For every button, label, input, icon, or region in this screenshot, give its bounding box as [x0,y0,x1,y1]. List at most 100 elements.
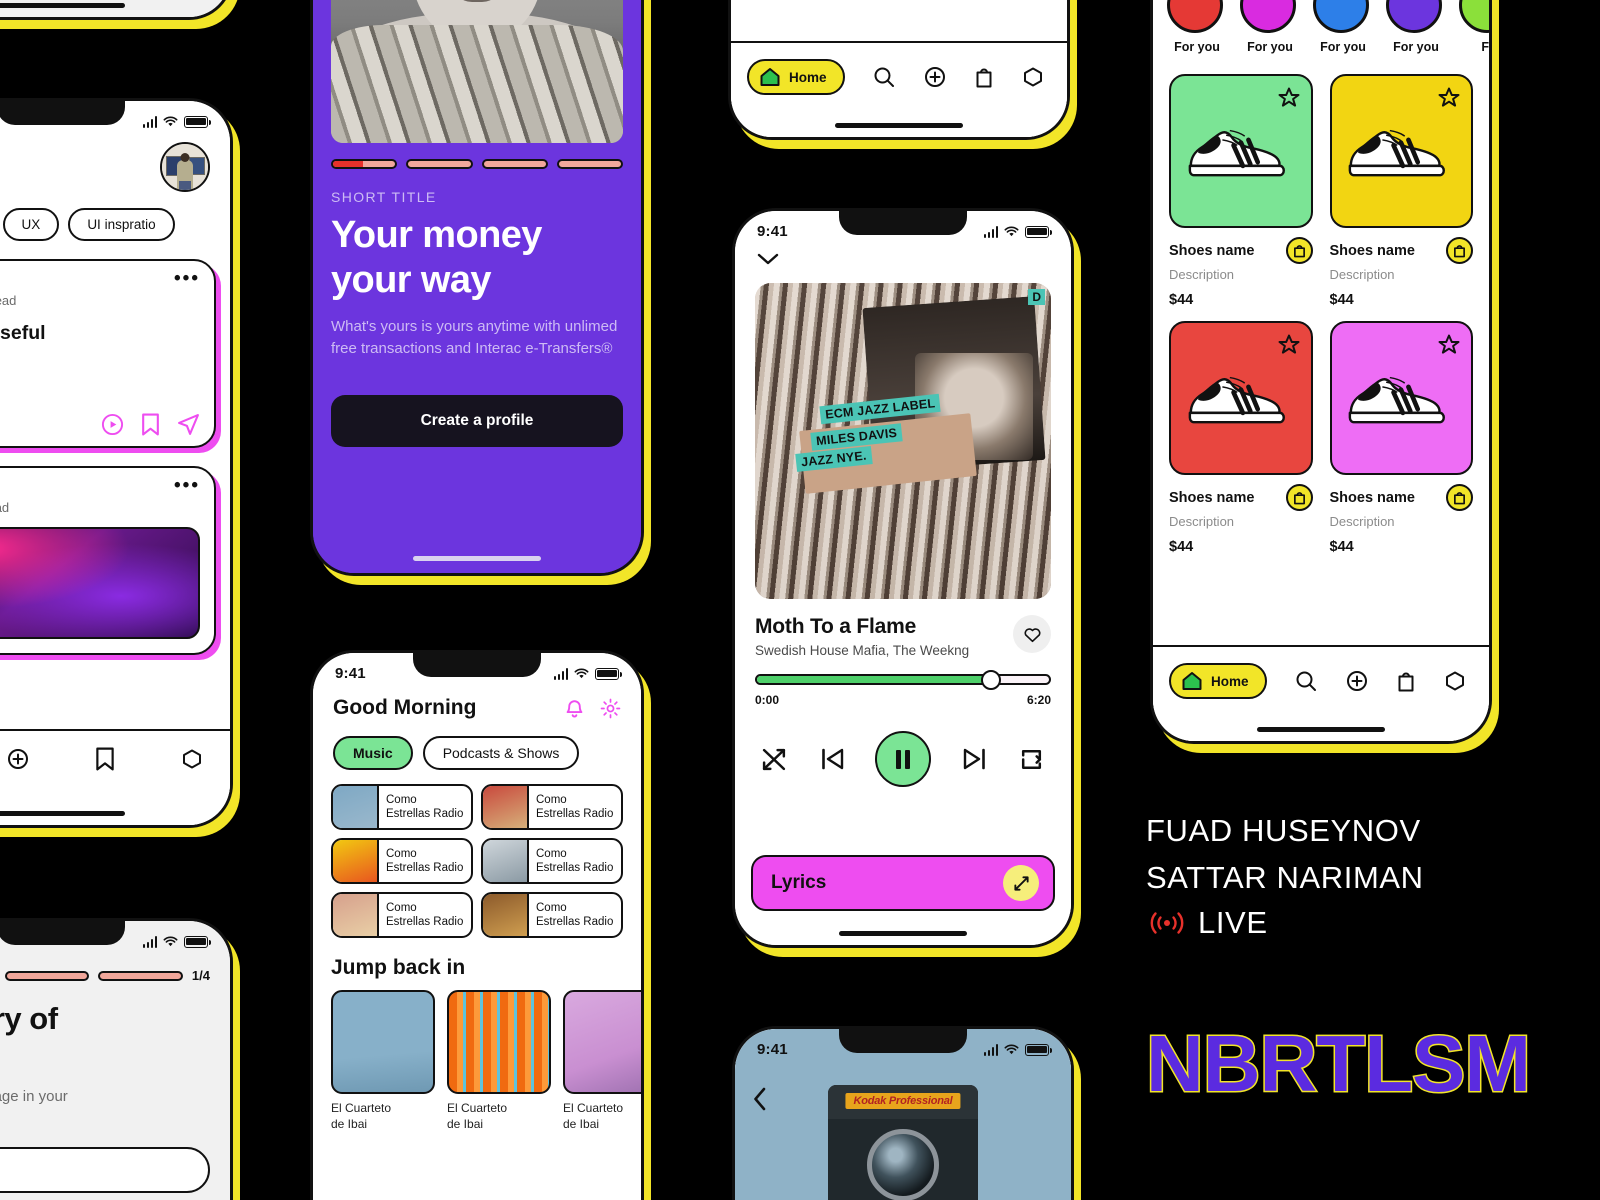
device-notch [413,653,541,677]
list-item[interactable]: El Cuarteto de Ibai [447,990,551,1132]
sneaker-illustration [1188,129,1285,177]
product-card[interactable]: Shoes name Description $44 [1169,74,1313,308]
list-item[interactable]: El Cuarteto de Ibai [563,990,641,1132]
search-icon[interactable] [872,65,896,89]
plus-circle-icon[interactable] [923,65,947,89]
bookmark-icon[interactable] [95,747,115,771]
plus-circle-icon[interactable] [1345,669,1369,693]
star-icon[interactable] [1437,86,1461,110]
phone-now-playing: 9:41 ECM JAZZ LABEL MILES DAVIS JAZZ NYE… [732,208,1074,948]
star-icon[interactable] [1277,86,1301,110]
list-item[interactable]: Como Estrellas Radio [331,892,473,938]
time-total: 6:20 [1026,693,1051,707]
product-card[interactable]: Shoes name Description $44 [1329,321,1473,555]
track-artist: Swedish House Mafia, The Weekng [755,643,970,658]
story-label: For you [1320,40,1366,54]
add-to-bag-button[interactable] [1285,484,1313,511]
like-button[interactable] [1013,615,1051,653]
bag-icon[interactable] [1396,669,1416,693]
back-button[interactable] [753,1087,767,1116]
story-item[interactable]: For you [1386,0,1446,54]
pause-button[interactable] [875,731,931,787]
shuffle-icon[interactable] [761,746,788,773]
article-card[interactable]: H.Aslan , 2022 · 9m read ••• tion of Use… [0,259,216,449]
progress-track[interactable] [755,669,1051,690]
bag-icon[interactable] [974,65,994,89]
previous-icon[interactable] [818,746,846,772]
story-item[interactable]: For you [1313,0,1373,54]
story-item[interactable]: Fo [1459,0,1489,54]
lyrics-label: Lyrics [771,872,827,893]
add-to-bag-button[interactable] [1446,237,1473,264]
signal-icon [142,935,157,948]
story-item[interactable]: For you [1240,0,1300,54]
product-price: $44 [1169,539,1194,555]
article-meta: , 2022 · 9m read [0,293,17,308]
broadcast-icon [1150,912,1184,934]
hexagon-icon[interactable] [1021,65,1045,89]
bell-icon[interactable] [565,698,584,719]
hexagon-icon[interactable] [1443,669,1467,693]
plus-circle-icon[interactable] [6,747,30,771]
list-item[interactable]: Como Estrellas Radio [481,892,623,938]
more-options-icon[interactable]: ••• [174,269,200,288]
product-grid: Shoes name Description $44 Shoes name De… [1153,54,1489,555]
signal-icon [142,115,157,128]
product-card[interactable]: Shoes name Description $44 [1329,74,1473,308]
story-item[interactable]: For you [1167,0,1227,54]
more-options-icon[interactable]: ••• [174,476,200,495]
chip-ux[interactable]: UX [2,208,60,241]
play-circle-icon[interactable] [101,413,124,436]
expand-lyrics-button[interactable] [1003,865,1039,901]
list-item[interactable]: Como Estrellas Radio [481,838,623,884]
wifi-icon [163,115,178,126]
list-item[interactable]: Como Estrellas Radio [331,838,473,884]
list-item[interactable]: El Cuarteto de Ibai [331,990,435,1132]
repeat-icon[interactable] [1018,746,1045,773]
language-input[interactable] [0,1147,210,1194]
product-card[interactable]: Shoes name Description $44 [1169,321,1313,555]
stories-row: For you For you For you For you Fo [1153,0,1489,54]
lyrics-panel[interactable]: Lyrics [751,855,1055,911]
add-to-bag-button[interactable] [1285,237,1313,264]
collapse-player-button[interactable] [735,244,1071,271]
chevron-left-icon [754,1087,766,1111]
brand-line-2: SATTAR NARIMAN [1146,859,1424,895]
playback-scrubber[interactable]: 0:00 6:20 [755,669,1051,707]
page-title: Your money your way [331,214,542,301]
tab-music[interactable]: Music [333,736,413,770]
list-item[interactable]: Como Estrellas Radio [331,784,473,830]
playback-controls [735,707,1071,787]
avatar[interactable] [160,142,210,192]
next-icon[interactable] [961,746,989,772]
list-item-label: El Cuarteto de Ibai [447,1101,508,1131]
progress-step [481,159,548,169]
article-card[interactable]: r Nariman 2022 · 7m read ••• [0,466,216,656]
tab-home[interactable]: Home [1169,663,1267,699]
search-icon[interactable] [1294,669,1318,693]
tab-podcasts-shows[interactable]: Podcasts & Shows [422,736,580,770]
product-name: Shoes name [1329,242,1415,259]
list-item[interactable]: Como Estrellas Radio [481,784,623,830]
scrubber-handle[interactable] [980,669,1001,690]
time-elapsed: 0:00 [755,693,780,707]
star-icon[interactable] [1277,333,1301,357]
progress-step [556,159,623,169]
create-profile-button[interactable]: Create a profile [331,394,623,447]
star-icon[interactable] [1437,333,1461,357]
tab-home[interactable]: Home [747,59,845,95]
brand-logo: NBRTLSM [1144,1018,1532,1110]
bag-icon [1293,245,1305,258]
expand-icon [1013,875,1029,891]
phone-sliver-top-left [0,0,233,20]
add-to-bag-button[interactable] [1446,484,1473,511]
progress-step [331,159,398,169]
chip-ui-inspiration[interactable]: UI inspratio [68,208,175,241]
hexagon-icon[interactable] [180,747,204,771]
progress-indicator [313,143,641,169]
send-icon[interactable] [177,413,200,436]
wifi-icon [1004,225,1019,236]
gear-icon[interactable] [600,698,621,719]
music-header: Good Morning [313,686,641,720]
bookmark-icon[interactable] [141,413,160,436]
